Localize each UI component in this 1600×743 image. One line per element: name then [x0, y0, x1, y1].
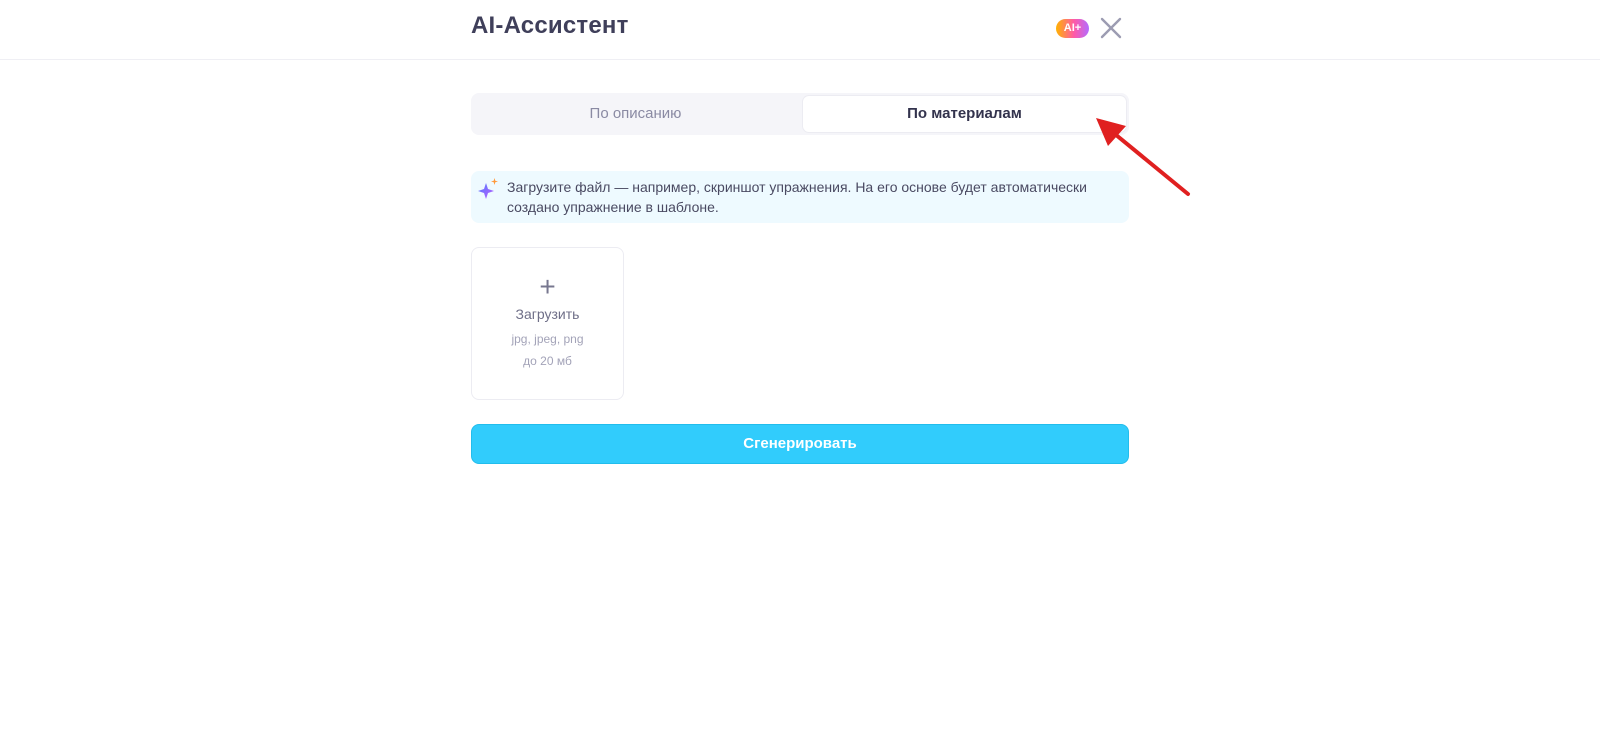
tab-by-materials[interactable]: По материалам [803, 96, 1126, 132]
close-icon [1100, 17, 1122, 39]
sparkle-icon [478, 178, 498, 199]
upload-max-size: до 20 мб [523, 354, 572, 368]
ai-plus-badge: AI+ [1056, 19, 1089, 38]
info-banner: Загрузите файл — например, скриншот упра… [471, 171, 1129, 223]
modal-title: AI-Ассистент [471, 12, 629, 39]
info-text: Загрузите файл — например, скриншот упра… [507, 179, 1087, 215]
upload-label: Загрузить [515, 306, 580, 322]
close-button[interactable] [1099, 16, 1123, 40]
plus-icon: + [539, 271, 556, 302]
generate-button[interactable]: Сгенерировать [471, 424, 1129, 464]
tab-by-description[interactable]: По описанию [474, 96, 797, 132]
mode-tabs: По описанию По материалам [471, 93, 1129, 135]
red-arrow-icon [1096, 118, 1190, 196]
upload-dropzone[interactable]: + Загрузить jpg, jpeg, png до 20 мб [471, 247, 624, 400]
upload-formats: jpg, jpeg, png [511, 332, 584, 346]
modal-header: AI-Ассистент AI+ [0, 0, 1600, 60]
